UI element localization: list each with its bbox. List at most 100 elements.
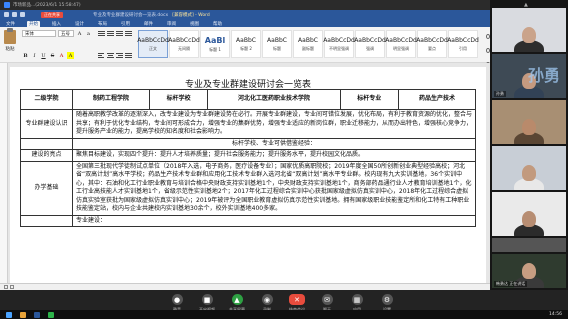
ribbon-tab[interactable]: 开始 [27,21,40,27]
row-label [20,137,73,150]
participant-tile[interactable] [492,238,566,252]
person-head [522,27,536,43]
ribbon-tab[interactable]: 审阅 [165,21,178,27]
document-area[interactable]: 专业及专业群建设研讨会一览表 二级学院 制药工程学院 标杆学校 河北化工医药职业… [0,63,490,290]
italic-icon[interactable]: I [31,52,38,59]
style-card[interactable]: AaBbCcDd 无间隔 [168,30,200,58]
style-name: 引用 [459,45,467,51]
document-page[interactable]: 专业及专业群建设研讨会一览表 二级学院 制药工程学院 标杆学校 河北化工医药职业… [10,67,486,289]
style-name: 要点 [428,45,436,51]
ribbon-tab[interactable]: 文件 [4,21,17,27]
start-icon[interactable] [6,311,12,318]
mic-icon: ● [171,294,183,305]
numbering-icon[interactable] [107,30,114,37]
meeting-title-bar: 市场新品...(2023/6/1 15:58:47) [0,0,490,10]
participant-tile[interactable] [492,8,566,52]
style-card[interactable]: AaBbCcDd 正文 [137,30,169,58]
styles-gallery: AaBbCcDd 正文 AaBbCcDd 无间隔 AaBl 标题 1 AaBbC 标题 2 Aa… [137,30,479,59]
table-cell: 二级学院 [20,89,73,110]
save-icon[interactable] [4,12,9,17]
style-card[interactable]: AaBl 标题 1 [200,30,230,58]
ribbon-tab[interactable]: 引用 [119,21,132,27]
table-cell: 标杆专业 [339,89,400,110]
screen: 市场新品...(2023/6/1 15:58:47) 正在共享 专业及专业群建设… [0,0,568,319]
align-center-icon[interactable] [107,52,114,59]
strikethrough-icon[interactable]: S [49,52,56,59]
word-icon[interactable] [34,311,40,318]
font-color-icon[interactable]: A [58,52,65,59]
style-sample: AaBbCcDd [354,36,386,44]
underline-icon[interactable]: U [40,52,47,59]
participant-tile[interactable] [492,146,566,190]
table-header-row: 二级学院 制药工程学院 标杆学校 河北化工医药职业技术学院 标杆专业 药品生产技… [20,89,476,110]
style-card[interactable]: AaBbCcDd 明显强调 [385,30,417,58]
paste-button[interactable]: 粘贴 [4,28,16,58]
ribbon-tab[interactable]: 邮件 [142,21,155,27]
redo-icon[interactable] [20,12,25,17]
bold-icon[interactable]: B [22,52,29,59]
row-content[interactable]: 随着高职教学改革的逐渐深入，改专业建设为专业群建设势在必行。开展专业群建设，专业… [72,109,476,139]
row-content[interactable]: 聚焦目标建设，实现四个提升：提升人才培养质量；提升社会服务能力；提升服务水平，提… [72,149,476,162]
os-taskbar: 14:56 [0,310,568,319]
style-sample: AaBbC [298,36,318,44]
participant-tile[interactable]: 韩勇达 正在讲话 [492,254,566,288]
ribbon-tab[interactable]: 布局 [96,21,109,27]
quick-access-toolbar [4,12,25,17]
participants-panel: ▲ 孙勇 孙勇 韩勇达 正在讲话 [490,0,568,290]
person-head [522,119,536,135]
paragraph-group [98,30,132,59]
share-screen-icon: ▲ [231,294,243,305]
align-left-icon[interactable] [98,52,105,59]
camera-icon: ■ [201,294,213,305]
bullets-icon[interactable] [98,30,105,37]
ribbon-tab[interactable]: 插入 [50,21,63,27]
meeting-app-icon [4,2,10,8]
style-sample: AaBbC [236,36,256,44]
sharing-badge: 正在共享 [41,11,63,18]
style-name: 明显强调 [393,45,409,51]
style-card[interactable]: AaBbC 副标题 [293,30,323,58]
style-sample: AaBbCcDd [168,36,200,44]
highlight-icon[interactable]: A [67,52,74,59]
style-card[interactable]: AaBbCcDd 引用 [447,30,479,58]
shrink-font-icon[interactable]: a [85,30,92,37]
record-icon: ◉ [261,294,273,305]
participant-tile[interactable] [492,100,566,144]
justify-icon[interactable] [125,52,132,59]
page-icon [4,285,8,289]
style-sample: AaBbCcDd [137,36,169,44]
row-content[interactable]: 全国第三批现代学徒制试点单位（2018年入选，电子商务，医疗设备专业）；国家优质… [72,160,476,216]
increase-indent-icon[interactable] [125,30,132,37]
style-card[interactable]: AaBbC 标题 2 [231,30,261,58]
ribbon-tab[interactable]: 视图 [188,21,201,27]
style-card[interactable]: AaBbCcDd 要点 [416,30,448,58]
font-group: 宋体 五号 A a B I U S A A [22,30,92,59]
style-name: 强调 [366,45,374,51]
explorer-icon[interactable] [20,311,26,318]
font-size-select[interactable]: 五号 [58,30,74,37]
ribbon-tab[interactable]: 帮助 [211,21,224,27]
participant-overlay-text: 孙勇 [527,66,560,85]
ribbon: 粘贴 宋体 五号 A a B I U S A A AaBbCcDd 正文 AaB… [0,27,490,67]
participant-tile[interactable] [492,192,566,236]
word-doc-title: 专业及专业群建设研讨会一览表.docx [93,12,169,18]
wechat-icon[interactable] [48,311,54,318]
shared-word-window: 正在共享 专业及专业群建设研讨会一览表.docx [兼容模式] - Word 文… [0,10,490,290]
style-card[interactable]: AaBbCcDd 不明显强调 [323,30,355,58]
style-card[interactable]: AaBbC 标题 [262,30,292,58]
ribbon-tab[interactable]: 设计 [73,21,86,27]
meeting-window-title: 市场新品...(2023/6/1 15:58:47) [13,3,81,8]
style-sample: AaBbC [267,36,287,44]
decrease-indent-icon[interactable] [116,30,123,37]
person-head [522,263,536,279]
font-name-select[interactable]: 宋体 [22,30,56,37]
style-card[interactable]: AaBbCcDd 强调 [354,30,386,58]
align-right-icon[interactable] [116,52,123,59]
vertical-ruler [0,63,8,290]
participant-name: 孙勇 [494,91,506,97]
row-content[interactable]: 标杆学校、专业可供借鉴经验： [72,137,476,150]
participant-tile[interactable]: 孙勇 孙勇 [492,54,566,98]
undo-icon[interactable] [12,12,17,17]
grow-font-icon[interactable]: A [76,30,83,37]
row-content[interactable]: 专业建设： [72,214,476,227]
